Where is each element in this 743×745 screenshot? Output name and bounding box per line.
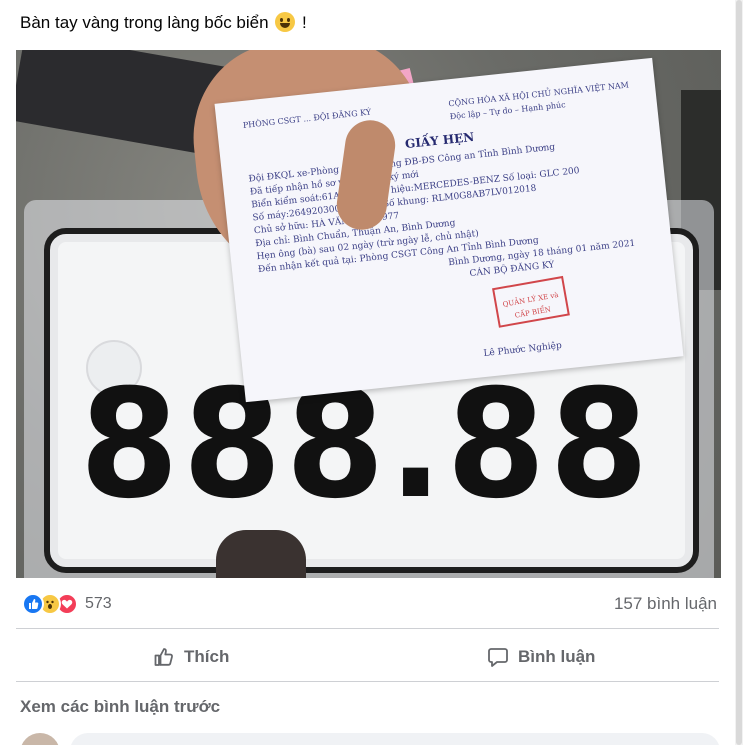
grinning-face-emoji-icon: [275, 12, 296, 32]
divider: [16, 681, 719, 682]
thumbs-up-icon: [152, 645, 176, 669]
reaction-count: 573: [85, 595, 112, 612]
scrollbar[interactable]: [735, 0, 743, 745]
comment-count-link[interactable]: 157 bình luận: [614, 593, 717, 615]
paper-stamp: QUẢN LÝ XE và CẤP BIỂN: [492, 275, 570, 328]
scrollbar-thumb[interactable]: [736, 0, 742, 745]
comment-button[interactable]: Bình luận: [486, 640, 595, 674]
foot: [216, 530, 306, 578]
comment-bubble[interactable]: [70, 733, 720, 745]
comment-preview: [20, 733, 720, 745]
divider: [16, 628, 719, 629]
like-button[interactable]: Thích: [152, 640, 229, 674]
reaction-summary[interactable]: 573: [22, 593, 112, 615]
commenter-avatar[interactable]: [20, 733, 60, 745]
like-icon: [22, 593, 44, 615]
facebook-post: Bàn tay vàng trong làng bốc biển ! 888.8…: [0, 0, 743, 745]
post-photo[interactable]: 888.88 PHÒNG CSGT ... ĐỘI ĐĂNG KÝ CỘNG H…: [16, 50, 721, 578]
like-button-label: Thích: [184, 647, 230, 666]
view-previous-comments-link[interactable]: Xem các bình luận trước: [20, 697, 220, 717]
caption-suffix: !: [297, 13, 307, 32]
post-caption: Bàn tay vàng trong làng bốc biển !: [20, 12, 307, 34]
comment-bubble-icon: [486, 645, 510, 669]
paper-signer: Lê Phước Nghiệp: [483, 340, 563, 360]
comment-button-label: Bình luận: [518, 647, 596, 666]
appointment-paper: PHÒNG CSGT ... ĐỘI ĐĂNG KÝ CỘNG HÒA XÃ H…: [214, 57, 684, 403]
plate-number: 888.88: [79, 358, 653, 532]
caption-text: Bàn tay vàng trong làng bốc biển: [20, 13, 269, 32]
